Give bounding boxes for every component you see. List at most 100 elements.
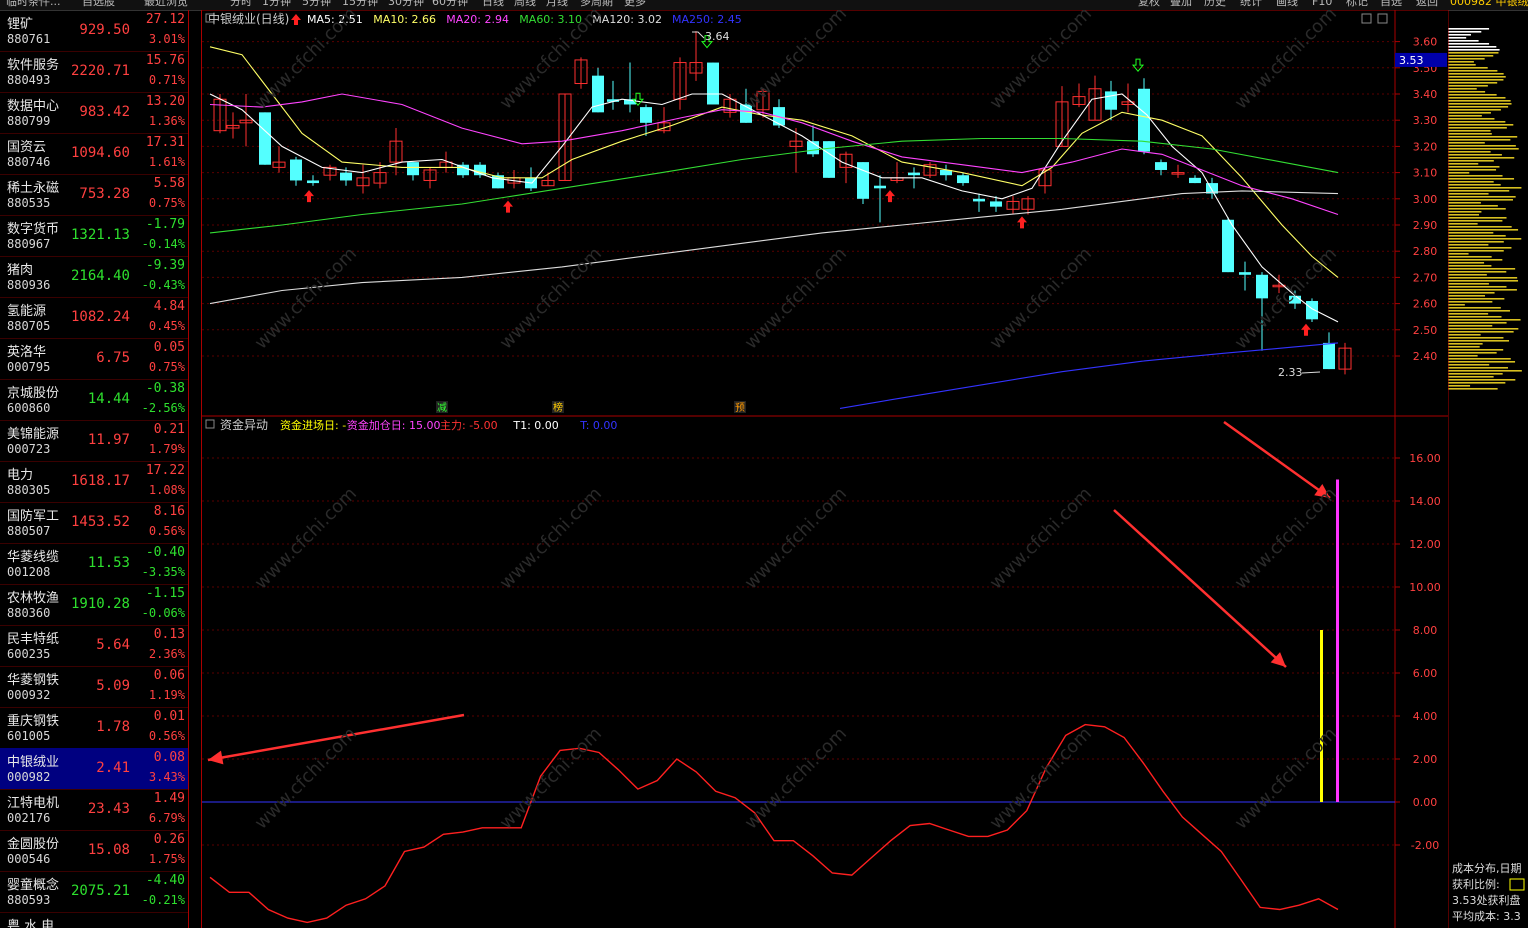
chip-bar [1448, 229, 1519, 231]
chip-bar [1448, 172, 1470, 174]
stock-change: 1.49 [153, 791, 185, 806]
watchlist-row[interactable]: 国资云 880746 1094.60 17.31 1.61% [0, 133, 188, 175]
stock-price: 2.41 [96, 760, 130, 776]
chip-bar [1448, 274, 1487, 276]
stock-code: 880761 [7, 32, 51, 46]
stock-code: 880493 [7, 73, 51, 87]
watchlist-row[interactable]: 民丰特纸 600235 5.64 0.13 2.36% [0, 625, 188, 667]
watchlist-row[interactable]: 江特电机 002176 23.43 1.49 6.79% [0, 789, 188, 831]
watchlist-row[interactable]: 国防军工 880507 1453.52 8.16 0.56% [0, 502, 188, 544]
watchlist-row[interactable]: 美锦能源 000723 11.97 0.21 1.79% [0, 420, 188, 462]
watchlist-row[interactable]: 数字货币 880967 1321.13 -1.79 -0.14% [0, 215, 188, 257]
chip-bar [1448, 304, 1465, 306]
stock-code: 601005 [7, 729, 51, 743]
menu-item-10[interactable]: 更多 [624, 0, 646, 7]
watchlist-row[interactable]: 华菱钢铁 000932 5.09 0.06 1.19% [0, 666, 188, 708]
chip-bar [1448, 157, 1515, 159]
watchlist-row[interactable]: 重庆钢铁 601005 1.78 0.01 0.56% [0, 707, 188, 749]
menu-item-2[interactable]: 5分钟 [302, 0, 331, 7]
menu-item-18[interactable]: 自选 [1380, 0, 1402, 7]
menu-item-7[interactable]: 周线 [514, 0, 536, 7]
stock-code: 000982 [7, 770, 51, 784]
stock-price: 11.53 [87, 555, 130, 571]
watchlist-row[interactable]: 农林牧渔 880360 1910.28 -1.15 -0.06% [0, 584, 188, 626]
watchlist-row[interactable]: 粤 水 电 [0, 912, 188, 928]
indicator-tick-label: 8.00 [1413, 624, 1438, 637]
profit-ratio-bar [1509, 878, 1525, 891]
stock-name: 金圆股份 [7, 837, 60, 852]
chip-bar [1448, 235, 1506, 237]
chip-bar [1448, 94, 1497, 96]
chip-bar [1448, 223, 1478, 225]
menu-item-13[interactable]: 历史 [1204, 0, 1226, 7]
watchlist-row[interactable]: 英洛华 000795 6.75 0.05 0.75% [0, 338, 188, 380]
menu-item-12[interactable]: 叠加 [1170, 0, 1192, 7]
chip-bar [1448, 142, 1485, 144]
chip-bar [1448, 277, 1518, 279]
chip-bar [1448, 154, 1502, 156]
menu-item-8[interactable]: 月线 [546, 0, 568, 7]
indicator-label: 资金加仓日: 15.00 [347, 418, 441, 432]
stock-name: 华菱钢铁 [7, 673, 60, 688]
watchlist-row[interactable]: 金圆股份 000546 15.08 0.26 1.75% [0, 830, 188, 872]
tab-0[interactable]: 自选股 [82, 0, 115, 7]
stock-change-pct: 6.79% [148, 811, 185, 825]
menu-item-3[interactable]: 15分钟 [342, 0, 378, 7]
menu-item-19[interactable]: 返回 [1416, 0, 1438, 7]
indicator-tick-label: -2.00 [1411, 839, 1439, 852]
event-marker: 减 [437, 402, 447, 414]
watchlist-row[interactable]: 电力 880305 1618.17 17.22 1.08% [0, 461, 188, 503]
candle-body [1256, 274, 1268, 299]
stock-change: 0.05 [153, 340, 185, 355]
watchlist-row[interactable]: 婴童概念 880593 2075.21 -4.40 -0.21% [0, 871, 188, 913]
watchlist-row[interactable]: 软件服务 880493 2220.71 15.76 0.71% [0, 51, 188, 93]
tab-1[interactable]: 最近浏览 [144, 0, 188, 7]
menu-item-1[interactable]: 1分钟 [262, 0, 291, 7]
kline-chart-area[interactable]: 3.603.503.403.303.203.103.002.902.802.70… [202, 10, 1448, 928]
menu-item-11[interactable]: 复权 [1138, 0, 1160, 7]
stock-change-pct: 3.01% [148, 32, 185, 46]
indicator-tick-label: 16.00 [1409, 452, 1441, 465]
watchlist-row[interactable]: 稀土永磁 880535 753.28 5.58 0.75% [0, 174, 188, 216]
watchlist-row[interactable]: 锂矿 880761 929.50 27.12 3.01% [0, 10, 188, 52]
chip-bar [1448, 334, 1481, 336]
stock-price: 5.09 [96, 678, 130, 694]
price-tick-label: 2.90 [1413, 219, 1438, 232]
chip-bar [1448, 202, 1481, 204]
candle-body [1222, 219, 1234, 273]
stock-price: 14.44 [87, 391, 130, 407]
menu-item-14[interactable]: 统计 [1240, 0, 1262, 7]
stock-change: 8.16 [153, 504, 185, 519]
watchlist-row[interactable]: 华菱线缆 001208 11.53 -0.40 -3.35% [0, 543, 188, 585]
stock-name: 电力 [7, 468, 34, 483]
current-price-label: 3.53 [1399, 54, 1424, 67]
watchlist-row[interactable]: 京城股份 600860 14.44 -0.38 -2.56% [0, 379, 188, 421]
menu-item-6[interactable]: 日线 [482, 0, 504, 7]
stock-change-pct: 0.71% [148, 73, 185, 87]
indicator-tick-label: 10.00 [1409, 581, 1441, 594]
chip-bar [1448, 70, 1498, 72]
menu-item-17[interactable]: 标记 [1346, 0, 1368, 7]
menu-item-5[interactable]: 60分钟 [432, 0, 468, 7]
menu-item-15[interactable]: 画线 [1276, 0, 1298, 7]
candle-body [1239, 272, 1251, 275]
watchlist-row[interactable]: 数据中心 880799 983.42 13.20 1.36% [0, 92, 188, 134]
menu-item-0[interactable]: 分时 [230, 0, 252, 7]
menu-item-9[interactable]: 多周期 [580, 0, 613, 7]
stock-change: 27.12 [145, 12, 185, 27]
menu-item-16[interactable]: F10 [1312, 0, 1332, 7]
chip-bar [1448, 100, 1511, 102]
chip-bar [1448, 106, 1509, 108]
chip-bar [1448, 124, 1514, 126]
stock-code: 880507 [7, 524, 51, 538]
watchlist-row[interactable]: 中银绒业 000982 2.41 0.08 3.43% [0, 748, 188, 790]
stock-change: 0.01 [153, 709, 185, 724]
menu-item-4[interactable]: 30分钟 [388, 0, 424, 7]
top-left-label[interactable]: 临时条件... [6, 0, 61, 7]
watchlist-row[interactable]: 氢能源 880705 1082.24 4.84 0.45% [0, 297, 188, 339]
chart-title: 中银绒业(日线) [208, 11, 289, 26]
chip-bar [1448, 283, 1489, 285]
watchlist-row[interactable]: 猪肉 880936 2164.40 -9.39 -0.43% [0, 256, 188, 298]
price-tick-label: 2.80 [1413, 245, 1438, 258]
high-price-label: 3.64 [705, 30, 730, 43]
